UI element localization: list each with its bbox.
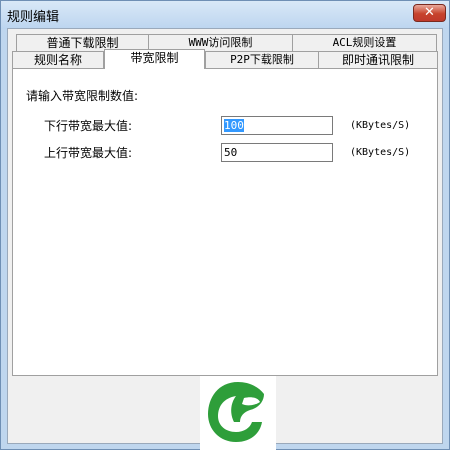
tab-im-limit[interactable]: 即时通讯限制 (318, 51, 438, 68)
tab-label: P2P下载限制 (230, 53, 294, 66)
title-bar: 规则编辑 ✕ (1, 1, 449, 29)
tab-label: 即时通讯限制 (341, 53, 414, 67)
upload-max-label: 上行带宽最大值: (44, 146, 133, 160)
tab-label: 普通下载限制 (46, 36, 119, 50)
upload-max-value: 50 (224, 146, 238, 159)
watermark-logo (200, 376, 276, 450)
leaf-logo-icon (208, 382, 264, 442)
upload-max-input[interactable]: 50 (221, 143, 333, 162)
tab-label: 规则名称 (33, 53, 82, 67)
close-button[interactable]: ✕ (413, 4, 446, 22)
tab-bandwidth-limit[interactable]: 带宽限制 (104, 49, 205, 69)
download-max-value: 100 (224, 119, 244, 132)
tab-label: WWW访问限制 (188, 36, 253, 49)
bandwidth-limit-panel: 请输入带宽限制数值: 下行带宽最大值: 100 (KBytes/S) 上行带宽最… (12, 68, 438, 376)
download-max-label: 下行带宽最大值: (44, 119, 133, 133)
download-max-input[interactable]: 100 (221, 116, 333, 135)
tab-label: ACL规则设置 (332, 36, 397, 49)
close-icon: ✕ (424, 5, 435, 20)
bandwidth-prompt: 请输入带宽限制数值: (26, 89, 139, 103)
tab-rule-name[interactable]: 规则名称 (12, 51, 104, 68)
upload-unit-label: (KBytes/S) (350, 147, 411, 158)
tab-acl-rule-settings[interactable]: ACL规则设置 (292, 34, 437, 51)
window-title: 规则编辑 (7, 10, 60, 25)
download-unit-label: (KBytes/S) (350, 120, 411, 131)
tab-p2p-download-limit[interactable]: P2P下载限制 (205, 51, 319, 68)
tab-label: 带宽限制 (130, 51, 179, 65)
